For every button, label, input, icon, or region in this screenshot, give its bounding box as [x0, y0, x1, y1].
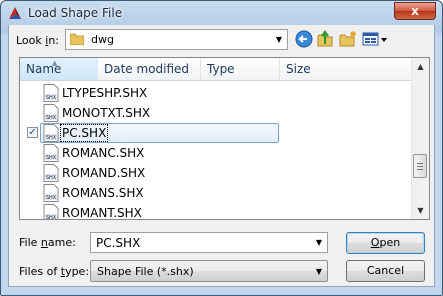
list-item[interactable]: SHX ROMANT.SHX [20, 203, 413, 220]
files-of-type-value: Shape File (*.shx) [97, 265, 194, 278]
look-in-value: dwg [91, 33, 114, 46]
new-folder-icon[interactable] [339, 30, 357, 48]
column-size-label: Size [286, 62, 311, 76]
grip-line [417, 166, 423, 167]
file-name-label-accel: n [40, 236, 48, 249]
file-icon-label: SHX [46, 95, 57, 101]
file-icon-label: SHX [46, 215, 57, 220]
back-arrow-icon[interactable] [295, 30, 313, 48]
shx-file-icon: SHX [43, 204, 59, 220]
column-size[interactable]: Size [280, 58, 413, 80]
shx-file-icon: SHX [43, 84, 59, 102]
shx-file-icon: SHX [43, 164, 59, 182]
file-name-label-post: ame: [47, 236, 76, 249]
column-date-modified[interactable]: Date modified [98, 58, 201, 80]
scrollbar-thumb[interactable] [413, 154, 427, 178]
cancel-button[interactable]: Cancel [346, 260, 425, 282]
sort-ascending-icon: ▲ [52, 59, 58, 67]
chevron-down-icon[interactable]: ▼ [313, 236, 325, 249]
file-name-label: File name: [19, 236, 76, 249]
close-icon: x [411, 4, 419, 18]
column-type-label: Type [207, 62, 235, 76]
file-list[interactable]: ▲ Name Date modified Type Size SHX LTYPE… [19, 57, 430, 220]
column-header: ▲ Name Date modified Type Size [20, 58, 413, 81]
column-name[interactable]: ▲ Name [20, 58, 98, 80]
file-icon-label: SHX [46, 175, 57, 181]
list-item-selected[interactable]: ✓ SHX PC.SHX [20, 123, 413, 143]
files-of-type-label: Files of type: [19, 265, 89, 278]
file-icon-label: SHX [46, 195, 57, 201]
folder-icon [70, 33, 84, 45]
item-checkbox[interactable]: ✓ [27, 127, 38, 138]
up-folder-icon[interactable] [316, 30, 334, 48]
app-icon [9, 7, 21, 19]
list-item[interactable]: SHX ROMANS.SHX [20, 183, 413, 203]
chevron-down-icon[interactable]: ▼ [313, 265, 325, 278]
list-item[interactable]: SHX LTYPESHP.SHX [20, 83, 413, 103]
file-icon-label: SHX [46, 155, 57, 161]
cancel-button-label: Cancel [366, 264, 405, 277]
file-name-input[interactable] [96, 236, 296, 250]
shx-file-icon: SHX [43, 184, 59, 202]
chevron-down-icon[interactable]: ▼ [273, 33, 285, 46]
shx-file-icon: SHX [43, 104, 59, 122]
files-of-type-label-pre: Files of [19, 265, 61, 278]
grip-line [417, 169, 423, 170]
open-button-label: pen [379, 236, 401, 249]
scroll-up-icon[interactable]: ▲ [412, 58, 429, 75]
close-button[interactable]: x [394, 2, 436, 20]
look-in-label-post: n: [48, 34, 60, 47]
list-item[interactable]: SHX ROMANC.SHX [20, 143, 413, 163]
files-of-type-label-post: ype: [65, 265, 90, 278]
scroll-down-icon[interactable]: ▼ [412, 202, 429, 219]
file-icon-label: SHX [46, 115, 57, 121]
shx-file-icon: SHX [43, 144, 59, 162]
column-date-label: Date modified [104, 62, 190, 76]
column-type[interactable]: Type [201, 58, 280, 80]
look-in-label: Look in: [16, 34, 59, 47]
file-name: ROMANT.SHX [62, 206, 142, 220]
shx-file-icon: SHX [43, 124, 59, 142]
look-in-dropdown[interactable]: dwg ▼ [65, 29, 288, 50]
look-in-label-pre: Look [16, 34, 46, 47]
grip-line [417, 163, 423, 164]
title-bar[interactable]: Load Shape File x [1, 1, 442, 25]
file-name: LTYPESHP.SHX [62, 86, 148, 100]
list-item[interactable]: SHX MONOTXT.SHX [20, 103, 413, 123]
open-button[interactable]: Open [346, 232, 425, 254]
file-icon-label: SHX [46, 135, 57, 141]
file-name-label-pre: File [19, 236, 41, 249]
window-title: Load Shape File [28, 6, 123, 20]
views-menu-icon[interactable] [362, 30, 388, 48]
file-name: ROMANC.SHX [62, 146, 145, 160]
file-name: PC.SHX [59, 124, 109, 142]
files-of-type-dropdown[interactable]: Shape File (*.shx) ▼ [90, 260, 328, 282]
list-item[interactable]: SHX ROMAND.SHX [20, 163, 413, 183]
file-name-combobox[interactable]: ▼ [90, 232, 328, 253]
vertical-scrollbar[interactable]: ▲ ▼ [411, 58, 429, 219]
file-name: ROMAND.SHX [62, 166, 146, 180]
file-name: MONOTXT.SHX [62, 106, 151, 120]
file-name: ROMANS.SHX [62, 186, 144, 200]
